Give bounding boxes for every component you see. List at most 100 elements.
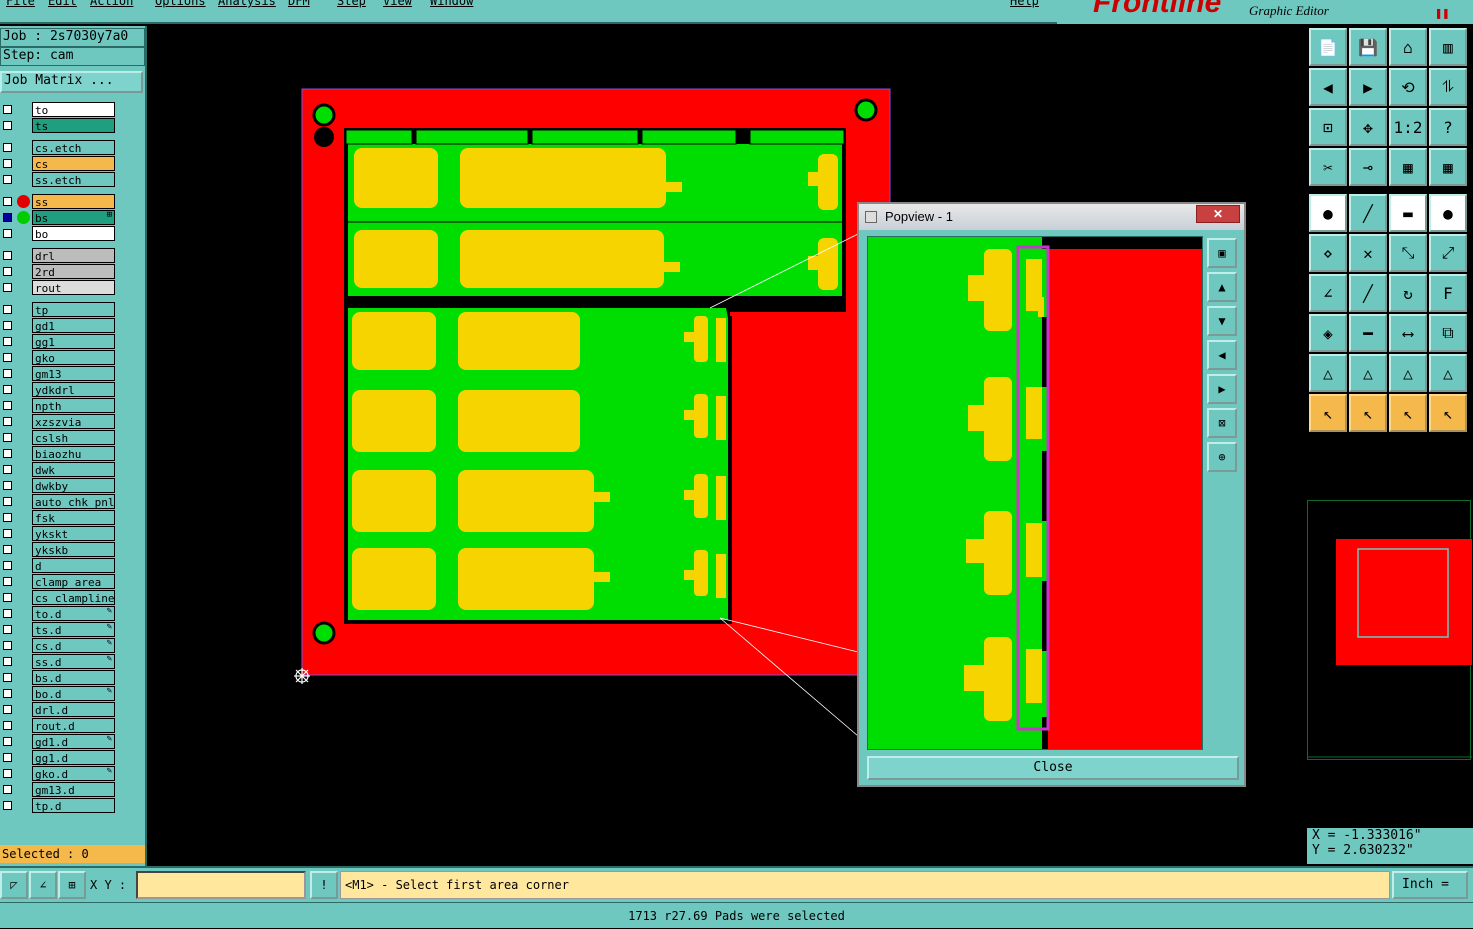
layer-name[interactable]: drl.d — [32, 702, 115, 717]
layer-name[interactable]: cs.d — [32, 638, 115, 653]
triangle3-icon[interactable]: △ — [1389, 354, 1427, 392]
layer-name[interactable]: auto_chk_pnl — [32, 494, 115, 509]
select-icon[interactable]: ↖ — [1349, 394, 1387, 432]
menu-options[interactable]: Options — [155, 0, 206, 8]
layer-name[interactable]: ss — [32, 194, 115, 209]
layer-name[interactable]: ts — [32, 118, 115, 133]
popview-up-icon[interactable]: ▲ — [1207, 272, 1237, 302]
layer-name[interactable]: xzszvia — [32, 414, 115, 429]
file-open-icon[interactable]: 📄 — [1309, 28, 1347, 66]
layer-name[interactable]: cs_clampline — [32, 590, 115, 605]
layer-row[interactable]: cs.d ✎ — [0, 638, 118, 653]
layer-name[interactable]: cs.etch — [32, 140, 115, 155]
layer-checkbox[interactable] — [3, 433, 12, 442]
layer-checkbox[interactable] — [3, 737, 12, 746]
layer-name[interactable]: cslsh — [32, 430, 115, 445]
job-matrix-button[interactable]: Job Matrix ... — [0, 71, 143, 93]
layer-row[interactable]: cslsh — [0, 430, 118, 445]
layer-checkbox[interactable] — [3, 337, 12, 346]
grid-icon[interactable]: ⊞ — [58, 871, 86, 899]
layer-name[interactable]: to.d — [32, 606, 115, 621]
layer-name[interactable]: gd1.d — [32, 734, 115, 749]
layer-name[interactable]: bs — [32, 210, 115, 225]
layer-checkbox[interactable] — [3, 465, 12, 474]
layer-name[interactable]: rout.d — [32, 718, 115, 733]
layer-checkbox[interactable] — [3, 175, 12, 184]
units-select[interactable]: Inch = — [1392, 871, 1468, 899]
layer-checkbox[interactable] — [3, 401, 12, 410]
popview-left-icon[interactable]: ◀ — [1207, 340, 1237, 370]
popview-zoom-out-icon[interactable]: ⊕ — [1207, 442, 1237, 472]
triangle4-icon[interactable]: △ — [1429, 354, 1467, 392]
cross-icon[interactable]: ✕ — [1349, 234, 1387, 272]
layer-name[interactable]: ydkdrl — [32, 382, 115, 397]
layer-row[interactable]: cs_clampline — [0, 590, 118, 605]
layer-checkbox[interactable] — [3, 577, 12, 586]
layer-checkbox[interactable] — [3, 721, 12, 730]
measure-icon[interactable]: ∠ — [29, 871, 57, 899]
layer-name[interactable]: rout — [32, 280, 115, 295]
popview-down-icon[interactable]: ▼ — [1207, 306, 1237, 336]
layer-name[interactable]: ss.etch — [32, 172, 115, 187]
layer-row[interactable]: gko.d ✎ — [0, 766, 118, 781]
popview-close-button[interactable]: Close — [867, 756, 1239, 780]
layer-name[interactable]: gm13 — [32, 366, 115, 381]
layer-row[interactable]: gg1 — [0, 334, 118, 349]
alert-icon[interactable]: ! — [310, 871, 338, 899]
layer-checkbox[interactable] — [3, 267, 12, 276]
pointer-icon[interactable]: ↖ — [1309, 394, 1347, 432]
layer-row[interactable]: drl.d — [0, 702, 118, 717]
layer-checkbox[interactable] — [3, 641, 12, 650]
menu-analysis[interactable]: Analysis — [218, 0, 276, 8]
layer-checkbox[interactable] — [3, 385, 12, 394]
layer-row[interactable]: ss.d ✎ — [0, 654, 118, 669]
layer-checkbox[interactable] — [3, 143, 12, 152]
layer-checkbox[interactable] — [3, 609, 12, 618]
help-icon[interactable]: ? — [1429, 108, 1467, 146]
text-icon[interactable]: F — [1429, 274, 1467, 312]
layer-name[interactable]: bs.d — [32, 670, 115, 685]
layer-name[interactable]: gg1.d — [32, 750, 115, 765]
menu-view[interactable]: View — [383, 0, 412, 8]
layer-checkbox[interactable] — [3, 213, 12, 222]
pause-icon[interactable]: ❚❚ — [1435, 6, 1449, 20]
layer-row[interactable]: auto_chk_pnl — [0, 494, 118, 509]
layer-row[interactable]: gg1.d — [0, 750, 118, 765]
layer-row[interactable]: ts.d ✎ — [0, 622, 118, 637]
layer-row[interactable]: bo — [0, 226, 118, 241]
menu-file[interactable]: File — [6, 0, 35, 8]
line-icon[interactable]: ╱ — [1349, 274, 1387, 312]
layer-row[interactable]: rout — [0, 280, 118, 295]
window-icon[interactable]: ▥ — [1429, 28, 1467, 66]
layer-checkbox[interactable] — [3, 497, 12, 506]
layer-name[interactable]: drl — [32, 248, 115, 263]
popview-fit-icon[interactable]: ⊠ — [1207, 408, 1237, 438]
menu-window[interactable]: Window — [430, 0, 473, 8]
triangle2-icon[interactable]: △ — [1349, 354, 1387, 392]
layer-name[interactable]: clamp_area — [32, 574, 115, 589]
layer-checkbox[interactable] — [3, 529, 12, 538]
grid-check2-icon[interactable]: ▦ — [1429, 148, 1467, 186]
layer-checkbox[interactable] — [3, 513, 12, 522]
circle-icon[interactable]: ● — [1429, 194, 1467, 232]
layer-checkbox[interactable] — [3, 801, 12, 810]
slash-icon[interactable]: ╱ — [1349, 194, 1387, 232]
layer-row[interactable]: xzszvia — [0, 414, 118, 429]
minimap[interactable] — [1307, 500, 1472, 760]
layer-name[interactable]: dwk — [32, 462, 115, 477]
measure-icon[interactable]: ⊸ — [1349, 148, 1387, 186]
move-left-icon[interactable]: ◀ — [1309, 68, 1347, 106]
layer-row[interactable]: rout.d — [0, 718, 118, 733]
layer-row[interactable]: ykskt — [0, 526, 118, 541]
layer-name[interactable]: ykskt — [32, 526, 115, 541]
arc2-icon[interactable]: ⤢ — [1429, 234, 1467, 272]
layer-row[interactable]: to — [0, 102, 118, 117]
layer-name[interactable]: ts.d — [32, 622, 115, 637]
layer-row[interactable]: gm13 — [0, 366, 118, 381]
menu-action[interactable]: Action — [90, 0, 133, 8]
layer-checkbox[interactable] — [3, 689, 12, 698]
layer-checkbox[interactable] — [3, 369, 12, 378]
ruler-icon[interactable]: ▬ — [1389, 194, 1427, 232]
rotate-icon[interactable]: ↻ — [1389, 274, 1427, 312]
layer-name[interactable]: ykskb — [32, 542, 115, 557]
